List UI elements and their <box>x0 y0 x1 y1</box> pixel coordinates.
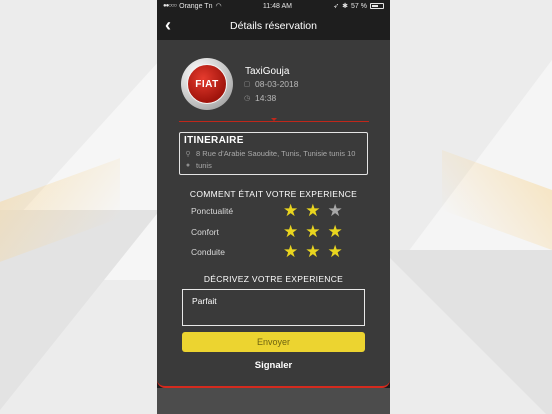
feedback-section-title: DÉCRIVEZ VOTRE EXPERIENCE <box>203 274 344 284</box>
battery-icon <box>369 3 384 9</box>
star-filled-icon[interactable]: ★ <box>283 243 298 261</box>
clock-icon: ◷ <box>243 95 251 102</box>
rating-label: Confort <box>191 227 219 237</box>
report-link[interactable]: Signaler <box>157 360 390 371</box>
bottom-bar <box>157 388 390 414</box>
star-rating: ★ ★ ★ <box>283 243 343 261</box>
feedback-textarea[interactable]: Parfait <box>182 289 365 326</box>
booking-date-row: ▢ 08-03-2018 <box>243 79 299 89</box>
status-bar: ●●○○○ Orange Tn ◠ 11:48 AM ➶ ✱ 57 % <box>157 0 390 12</box>
star-filled-icon[interactable]: ★ <box>305 243 320 261</box>
star-empty-icon[interactable]: ★ <box>328 202 343 220</box>
rating-label: Ponctualité <box>191 206 234 216</box>
rating-row-ponctualite: Ponctualité ★ ★ ★ <box>191 202 366 220</box>
star-filled-icon[interactable]: ★ <box>328 243 343 261</box>
rating-label: Conduite <box>191 247 226 257</box>
page-title: Détails réservation <box>230 20 317 32</box>
logo-text: FIAT <box>195 78 219 90</box>
nav-bar: ‹ Détails réservation <box>157 12 390 40</box>
location-icon: ➶ <box>333 3 340 10</box>
pin-filled-icon: ● <box>185 162 191 169</box>
star-filled-icon[interactable]: ★ <box>305 223 320 241</box>
booking-time-row: ◷ 14:38 <box>243 93 276 103</box>
header-divider <box>179 118 369 122</box>
itinerary-to-row: ● tunis <box>184 161 363 170</box>
status-time: 11:48 AM <box>262 2 292 10</box>
star-filled-icon[interactable]: ★ <box>328 223 343 241</box>
car-brand-logo: FIAT <box>181 58 233 110</box>
reservation-card: FIAT TaxiGouja ▢ 08-03-2018 ◷ 14:38 ITIN… <box>157 40 390 388</box>
itinerary-to: tunis <box>196 161 212 170</box>
submit-button[interactable]: Envoyer <box>182 332 365 352</box>
rating-section-title: COMMENT ÉTAIT VOTRE EXPERIENCE <box>189 189 358 199</box>
itinerary-box: ITINERAIRE ⚲ 8 Rue d'Arabie Saoudite, Tu… <box>179 132 368 175</box>
bluetooth-icon: ✱ <box>342 3 349 10</box>
rating-row-confort: Confort ★ ★ ★ <box>191 223 366 241</box>
carrier-name: Orange Tn <box>179 2 213 10</box>
itinerary-from-row: ⚲ 8 Rue d'Arabie Saoudite, Tunis, Tunisi… <box>184 149 363 158</box>
itinerary-title: ITINERAIRE <box>184 135 244 146</box>
signal-icon: ●●○○○ <box>163 3 177 9</box>
phone-screen: ●●○○○ Orange Tn ◠ 11:48 AM ➶ ✱ 57 % ‹ Dé… <box>157 0 390 414</box>
rating-row-conduite: Conduite ★ ★ ★ <box>191 243 366 261</box>
battery-percent: 57 % <box>351 2 367 10</box>
booking-time: 14:38 <box>255 93 277 103</box>
star-filled-icon[interactable]: ★ <box>283 223 298 241</box>
wifi-icon: ◠ <box>215 3 222 10</box>
company-name: TaxiGouja <box>245 66 290 77</box>
star-rating: ★ ★ ★ <box>283 223 343 241</box>
itinerary-from: 8 Rue d'Arabie Saoudite, Tunis, Tunisie … <box>196 149 356 158</box>
booking-date: 08-03-2018 <box>255 79 299 89</box>
pin-outline-icon: ⚲ <box>185 150 191 158</box>
star-filled-icon[interactable]: ★ <box>283 202 298 220</box>
star-filled-icon[interactable]: ★ <box>305 202 320 220</box>
star-rating: ★ ★ ★ <box>283 202 343 220</box>
calendar-icon: ▢ <box>243 81 251 88</box>
